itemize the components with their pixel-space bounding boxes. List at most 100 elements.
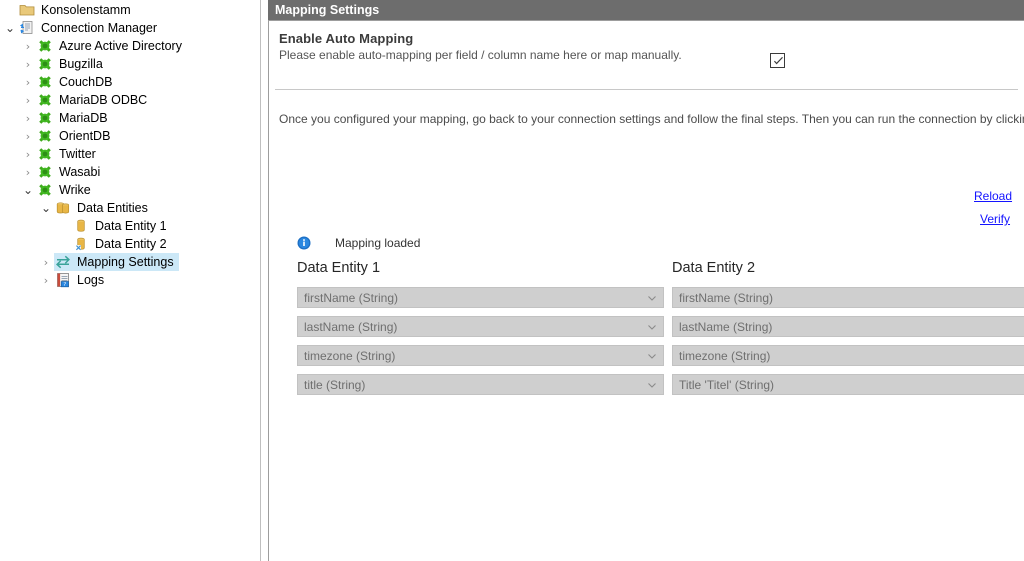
plug-icon — [36, 91, 54, 109]
tree-item-label: Bugzilla — [59, 57, 103, 71]
chevron-down-icon[interactable] — [647, 292, 657, 302]
chevron-right-icon[interactable]: › — [20, 55, 36, 73]
tree-item-wasabi[interactable]: › Wasabi — [0, 163, 260, 181]
data-entities-icon — [54, 199, 72, 217]
tree-item-wrike[interactable]: ⌄ Wrike — [0, 181, 260, 199]
chevron-right-icon[interactable]: › — [20, 109, 36, 127]
data-entity-alt-icon — [72, 235, 90, 253]
field-mapping-dropdown[interactable]: Title 'Titel' (String) — [672, 374, 1024, 395]
intro-text: Once you configured your mapping, go bac… — [279, 112, 1024, 126]
tree-item-hit-area[interactable]: Wrike — [36, 181, 96, 199]
tree-item-twitter[interactable]: › Twitter — [0, 145, 260, 163]
auto-mapping-checkbox-wrapper[interactable] — [770, 53, 785, 71]
plug-icon — [36, 55, 54, 73]
tree-item-hit-area[interactable]: Data Entity 2 — [72, 235, 172, 253]
navigation-tree-pane: Konsolenstamm ⌄ Connection Manager › Azure A… — [0, 0, 260, 561]
tree-item-label: Connection Manager — [41, 21, 158, 35]
application-window: Konsolenstamm ⌄ Connection Manager › Azure A… — [0, 0, 1024, 561]
tree-item-mapping-settings[interactable]: › Mapping Settings — [0, 253, 260, 271]
pane-splitter[interactable] — [260, 0, 268, 561]
tree-item-hit-area[interactable]: Azure Active Directory — [36, 37, 187, 55]
tree-item-data-entity-2[interactable]: Data Entity 2 — [0, 235, 260, 253]
tree-item-hit-area[interactable]: Connection Manager — [18, 19, 162, 37]
tree-item-connection-manager[interactable]: ⌄ Connection Manager — [0, 19, 260, 37]
tree-item-label: Azure Active Directory — [59, 39, 182, 53]
tree-item-hit-area[interactable]: Data Entities — [54, 199, 153, 217]
section-divider — [275, 89, 1018, 90]
tree-item-bugzilla[interactable]: › Bugzilla — [0, 55, 260, 73]
tree-item-hit-area[interactable]: Data Entity 1 — [72, 217, 172, 235]
twisty-placeholder — [2, 1, 18, 19]
tree-item-hit-area[interactable]: MariaDB — [36, 109, 113, 127]
tree-item-label: Wrike — [59, 183, 91, 197]
mapping-status-row: Mapping loaded — [297, 233, 420, 253]
field-mapping-dropdown[interactable]: timezone (String) — [297, 345, 664, 366]
tree-item-label: Data Entities — [77, 201, 148, 215]
tree-item-label: Wasabi — [59, 165, 101, 179]
chevron-down-icon[interactable]: ⌄ — [38, 199, 54, 217]
tree-item-hit-area[interactable]: Wasabi — [36, 163, 105, 181]
tree-item-data-entity-1[interactable]: Data Entity 1 — [0, 217, 260, 235]
tree-item-couchdb[interactable]: › CouchDB — [0, 73, 260, 91]
verify-link[interactable]: Verify — [980, 212, 1024, 226]
chevron-right-icon[interactable]: › — [20, 73, 36, 91]
field-mapping-dropdown[interactable]: firstName (String) — [297, 287, 664, 308]
chevron-right-icon[interactable]: › — [20, 127, 36, 145]
mapping-columns: Data Entity 1 firstName (String) lastName … — [297, 259, 1024, 403]
tree-item-hit-area[interactable]: Mapping Settings — [54, 253, 179, 271]
svg-text:?: ? — [63, 282, 66, 288]
chevron-down-icon[interactable] — [647, 350, 657, 360]
twisty-placeholder — [56, 217, 72, 235]
tree-item-hit-area[interactable]: MariaDB ODBC — [36, 91, 152, 109]
auto-mapping-text: Enable Auto Mapping Please enable auto-m… — [279, 31, 749, 63]
field-mapping-dropdown[interactable]: lastName (String) — [672, 316, 1024, 337]
tree-item-data-entities[interactable]: ⌄ Data Entities — [0, 199, 260, 217]
chevron-right-icon[interactable]: › — [38, 271, 54, 289]
chevron-right-icon[interactable]: › — [20, 37, 36, 55]
field-mapping-dropdown[interactable]: timezone (String) — [672, 345, 1024, 366]
chevron-right-icon[interactable]: › — [20, 145, 36, 163]
tree-item-label: Mapping Settings — [77, 255, 174, 269]
chevron-down-icon[interactable]: ⌄ — [2, 19, 18, 37]
panel-body: Enable Auto Mapping Please enable auto-m… — [268, 20, 1024, 561]
chevron-right-icon[interactable]: › — [38, 253, 54, 271]
field-mapping-dropdown[interactable]: lastName (String) — [297, 316, 664, 337]
auto-mapping-checkbox[interactable] — [770, 53, 785, 68]
tree-item-label: Konsolenstamm — [41, 3, 131, 17]
field-mapping-dropdown[interactable]: title (String) — [297, 374, 664, 395]
chevron-down-icon[interactable] — [647, 321, 657, 331]
action-links: Reload Verify — [974, 189, 1024, 226]
checkmark-icon — [774, 57, 783, 65]
tree-item-logs[interactable]: ›? Logs — [0, 271, 260, 289]
info-icon — [297, 236, 311, 250]
field-mapping-value: timezone (String) — [679, 348, 771, 363]
field-mapping-dropdown[interactable]: firstName (String) — [672, 287, 1024, 308]
tree-item-konsolenstamm[interactable]: Konsolenstamm — [0, 1, 260, 19]
tree-item-label: MariaDB ODBC — [59, 93, 148, 107]
tree-item-label: OrientDB — [59, 129, 111, 143]
tree-item-mariadb-odbc[interactable]: › MariaDB ODBC — [0, 91, 260, 109]
tree-item-hit-area[interactable]: CouchDB — [36, 73, 118, 91]
chevron-right-icon[interactable]: › — [20, 91, 36, 109]
chevron-right-icon[interactable]: › — [20, 163, 36, 181]
tree-item-azure-active-directory[interactable]: › Azure Active Directory — [0, 37, 260, 55]
tree-item-label: MariaDB — [59, 111, 108, 125]
tree-item-mariadb[interactable]: › MariaDB — [0, 109, 260, 127]
plug-icon — [36, 181, 54, 199]
tree-item-hit-area[interactable]: OrientDB — [36, 127, 115, 145]
tree-item-hit-area[interactable]: Konsolenstamm — [18, 1, 136, 19]
plug-icon — [36, 73, 54, 91]
tree-item-hit-area[interactable]: ? Logs — [54, 271, 109, 289]
tree-root: Konsolenstamm ⌄ Connection Manager › Azure A… — [0, 0, 260, 289]
chevron-down-icon[interactable] — [647, 379, 657, 389]
chevron-down-icon[interactable]: ⌄ — [20, 181, 36, 199]
tree-item-orientdb[interactable]: › OrientDB — [0, 127, 260, 145]
reload-link[interactable]: Reload — [974, 189, 1024, 203]
tree-item-label: Data Entity 1 — [95, 219, 167, 233]
plug-icon — [36, 145, 54, 163]
mapping-settings-pane: Mapping Settings Enable Auto Mapping Ple… — [268, 0, 1024, 561]
auto-mapping-description: Please enable auto-mapping per field / c… — [279, 48, 682, 62]
tree-item-hit-area[interactable]: Bugzilla — [36, 55, 108, 73]
tree-item-hit-area[interactable]: Twitter — [36, 145, 101, 163]
mapping-status-label: Mapping loaded — [335, 236, 421, 250]
